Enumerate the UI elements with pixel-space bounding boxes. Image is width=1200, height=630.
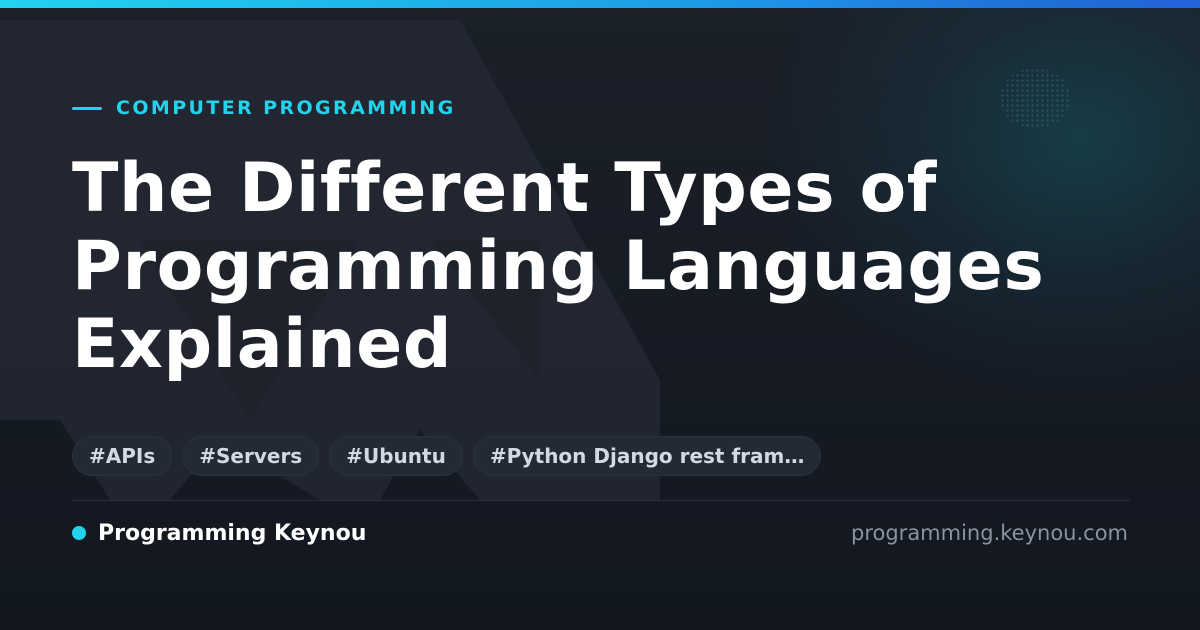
article-title: The Different Types of Programming Langu…	[72, 149, 1045, 384]
social-card: COMPUTER PROGRAMMING The Different Types…	[0, 0, 1200, 630]
tag-item[interactable]: #Ubuntu	[329, 436, 463, 476]
tag-item[interactable]: #APIs	[72, 436, 173, 476]
background-dot-pattern	[1000, 68, 1070, 128]
brand-name: Programming Keynou	[98, 520, 367, 546]
tag-list: #APIs #Servers #Ubuntu #Python Django re…	[72, 436, 822, 476]
category-accent-line	[72, 106, 102, 110]
dot-icon	[72, 526, 86, 540]
category-label: COMPUTER PROGRAMMING	[72, 96, 456, 120]
tag-item[interactable]: #Servers	[182, 436, 320, 476]
category-text: COMPUTER PROGRAMMING	[116, 97, 456, 119]
tag-item[interactable]: #Python Django rest fram…	[472, 436, 822, 476]
brand: Programming Keynou	[72, 518, 366, 548]
footer-divider	[72, 500, 1130, 501]
site-domain[interactable]: programming.keynou.com	[851, 518, 1128, 548]
